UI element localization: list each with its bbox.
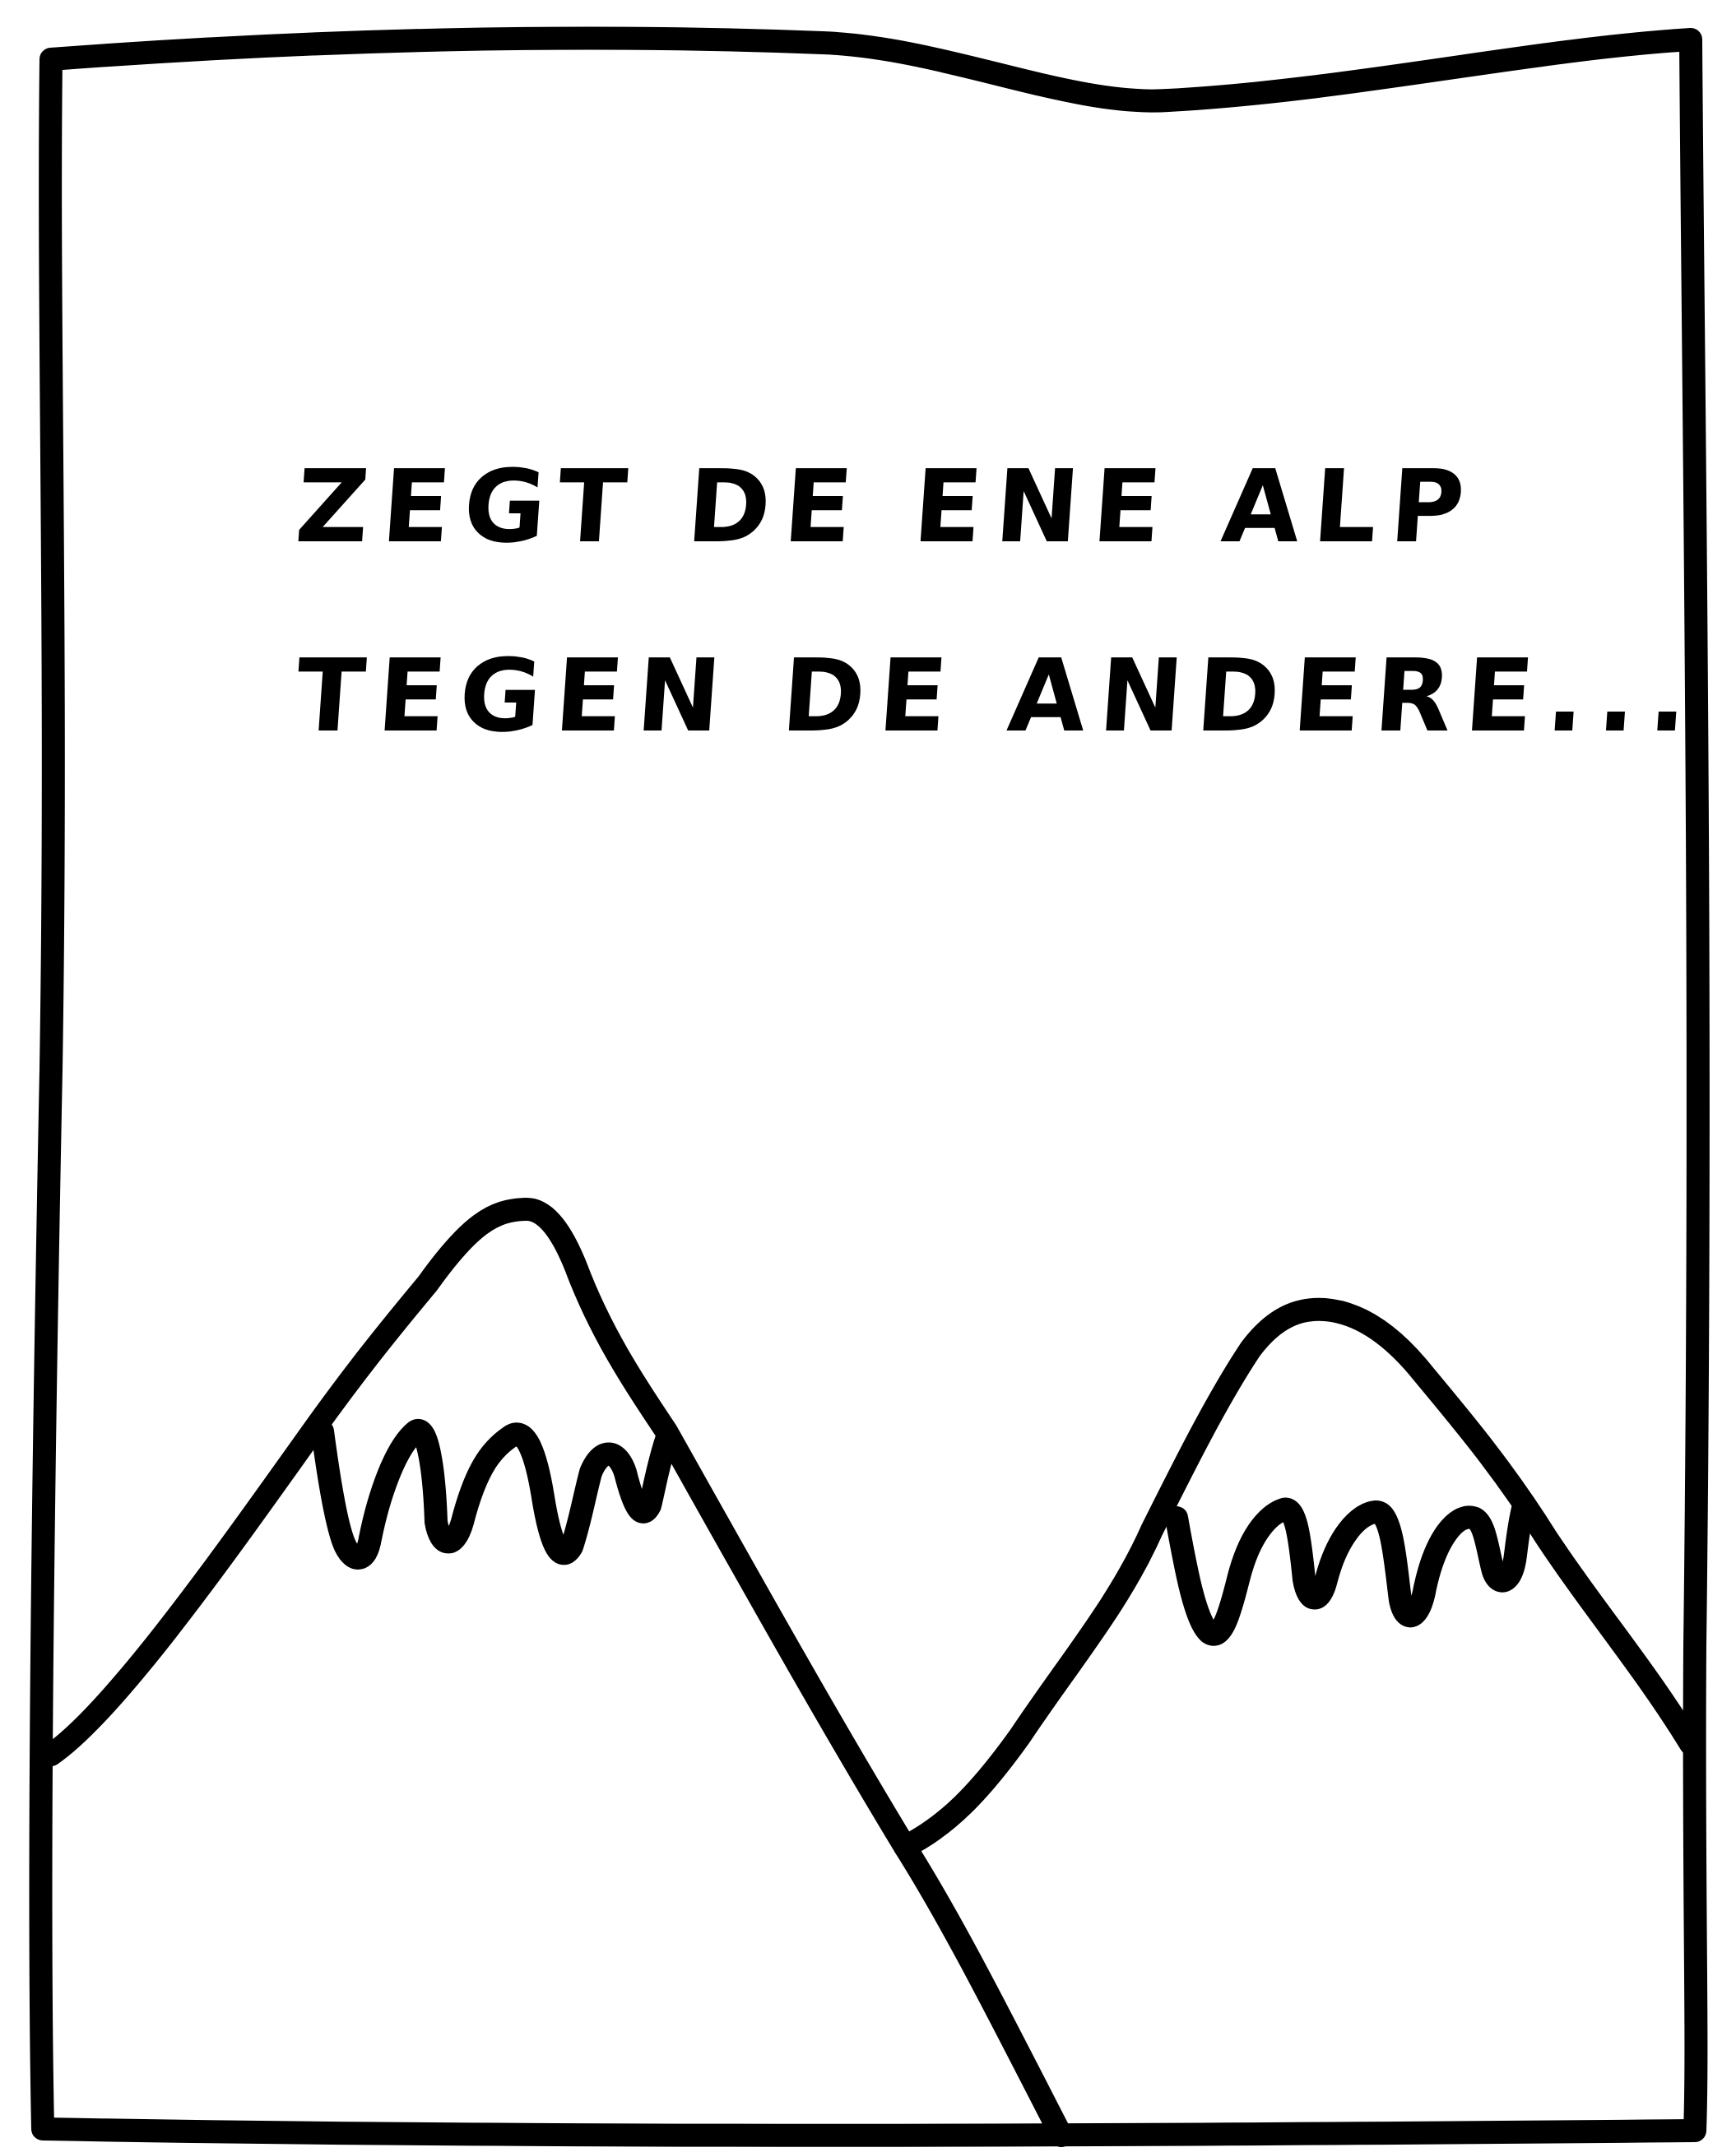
caption-line-1: ZEGT DE ENE ALP: [292, 448, 1482, 565]
right-mountain-snowcap: [1165, 1494, 1535, 1646]
panel-border: [29, 26, 1710, 2147]
panel-drawing: [29, 26, 1710, 2147]
caption-line-2: TEGEN DE ANDERE...: [292, 638, 1706, 754]
left-mountain: [39, 1198, 1073, 2147]
left-mountain-snowcap: [311, 1418, 678, 1570]
